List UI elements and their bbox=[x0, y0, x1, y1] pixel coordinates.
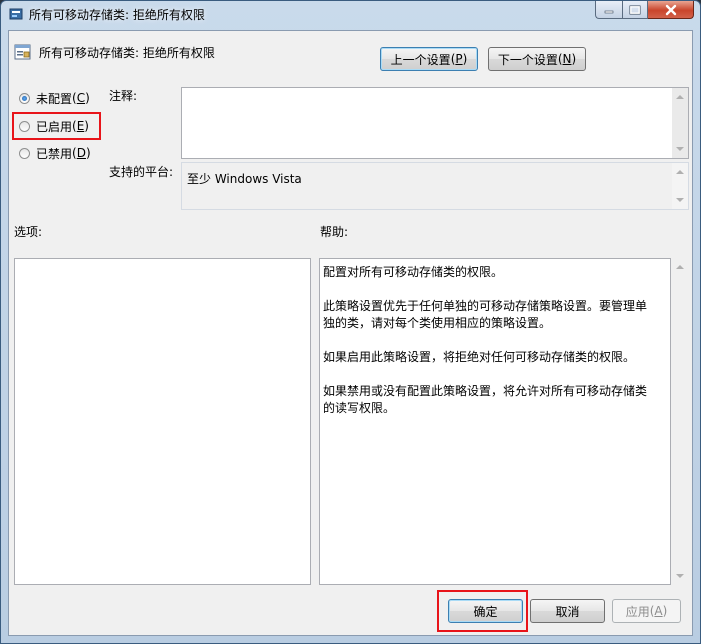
highlight-enabled-option bbox=[12, 112, 101, 140]
next-setting-hotkey: N bbox=[562, 52, 572, 66]
radio-not-configured-label: 未配置 bbox=[36, 91, 73, 106]
setting-name: 所有可移动存储类: 拒绝所有权限 bbox=[39, 46, 215, 60]
apply-label: 应用 bbox=[625, 604, 650, 619]
previous-setting-hotkey: P bbox=[455, 52, 463, 66]
maximize-icon bbox=[629, 5, 641, 14]
help-text: 配置对所有可移动存储类的权限。 此策略设置优先于任何单独的可移动存储策略设置。要… bbox=[323, 264, 652, 434]
radio-indicator[interactable] bbox=[19, 147, 30, 159]
help-paragraph: 配置对所有可移动存储类的权限。 bbox=[323, 265, 504, 279]
close-icon bbox=[665, 4, 676, 15]
help-paragraph: 如果启用此策略设置，将拒绝对任何可移动存储类的权限。 bbox=[323, 350, 636, 364]
policy-dialog-window: 所有可移动存储类: 拒绝所有权限 所有可移动存储类: 拒绝所有权限 上一个设置(… bbox=[0, 0, 701, 644]
apply-button[interactable]: 应用(A) bbox=[612, 599, 681, 623]
platform-value: 至少 Windows Vista bbox=[187, 172, 302, 186]
platform-label: 支持的平台: bbox=[109, 165, 174, 179]
help-paragraph: 此策略设置优先于任何单独的可移动存储策略设置。要管理单独的类，请对每个类使用相应… bbox=[323, 299, 648, 330]
window-title: 所有可移动存储类: 拒绝所有权限 bbox=[29, 8, 205, 22]
help-scrollbar[interactable] bbox=[671, 258, 688, 585]
next-setting-label: 下一个设置 bbox=[497, 52, 558, 67]
title-bar[interactable]: 所有可移动存储类: 拒绝所有权限 bbox=[1, 1, 700, 27]
options-pane bbox=[14, 258, 311, 585]
radio-not-configured[interactable]: 未配置(C) bbox=[19, 89, 90, 107]
comment-label: 注释: bbox=[109, 89, 138, 103]
help-paragraph: 如果禁用或没有配置此策略设置，将允许对所有可移动存储类的读写权限。 bbox=[323, 384, 648, 415]
radio-disabled-hotkey: D bbox=[76, 146, 86, 160]
radio-indicator-checked[interactable] bbox=[19, 92, 30, 104]
minimize-button[interactable] bbox=[595, 1, 622, 19]
policy-setting-icon bbox=[9, 8, 23, 20]
previous-setting-label: 上一个设置 bbox=[390, 52, 451, 67]
cancel-label: 取消 bbox=[555, 604, 580, 619]
options-label: 选项: bbox=[14, 225, 43, 239]
scroll-down-icon[interactable] bbox=[676, 198, 684, 202]
scroll-up-icon[interactable] bbox=[676, 95, 684, 99]
scroll-down-icon[interactable] bbox=[676, 574, 684, 578]
radio-disabled[interactable]: 已禁用(D) bbox=[19, 144, 91, 162]
apply-hotkey: A bbox=[654, 604, 663, 618]
minimize-icon bbox=[604, 10, 614, 13]
radio-not-configured-hotkey: C bbox=[76, 91, 86, 105]
help-label: 帮助: bbox=[320, 225, 349, 239]
dialog-client-area: 所有可移动存储类: 拒绝所有权限 上一个设置(P) 下一个设置(N) 未配置(C… bbox=[8, 30, 693, 636]
scroll-down-icon[interactable] bbox=[676, 147, 684, 151]
scroll-up-icon[interactable] bbox=[676, 265, 684, 269]
next-setting-button[interactable]: 下一个设置(N) bbox=[488, 47, 586, 71]
scroll-up-icon[interactable] bbox=[676, 170, 684, 174]
maximize-button[interactable] bbox=[622, 1, 648, 19]
policy-document-icon bbox=[14, 44, 31, 60]
previous-setting-button[interactable]: 上一个设置(P) bbox=[380, 47, 478, 71]
close-button[interactable] bbox=[648, 1, 694, 19]
platform-scrollbar[interactable] bbox=[672, 163, 688, 209]
radio-disabled-label: 已禁用 bbox=[36, 146, 73, 161]
platform-field: 至少 Windows Vista bbox=[181, 162, 689, 210]
comment-scrollbar[interactable] bbox=[672, 88, 688, 158]
help-pane: 配置对所有可移动存储类的权限。 此策略设置优先于任何单独的可移动存储策略设置。要… bbox=[319, 258, 671, 585]
highlight-ok-button bbox=[437, 590, 528, 632]
comment-textarea[interactable] bbox=[181, 87, 689, 159]
cancel-button[interactable]: 取消 bbox=[530, 599, 605, 623]
